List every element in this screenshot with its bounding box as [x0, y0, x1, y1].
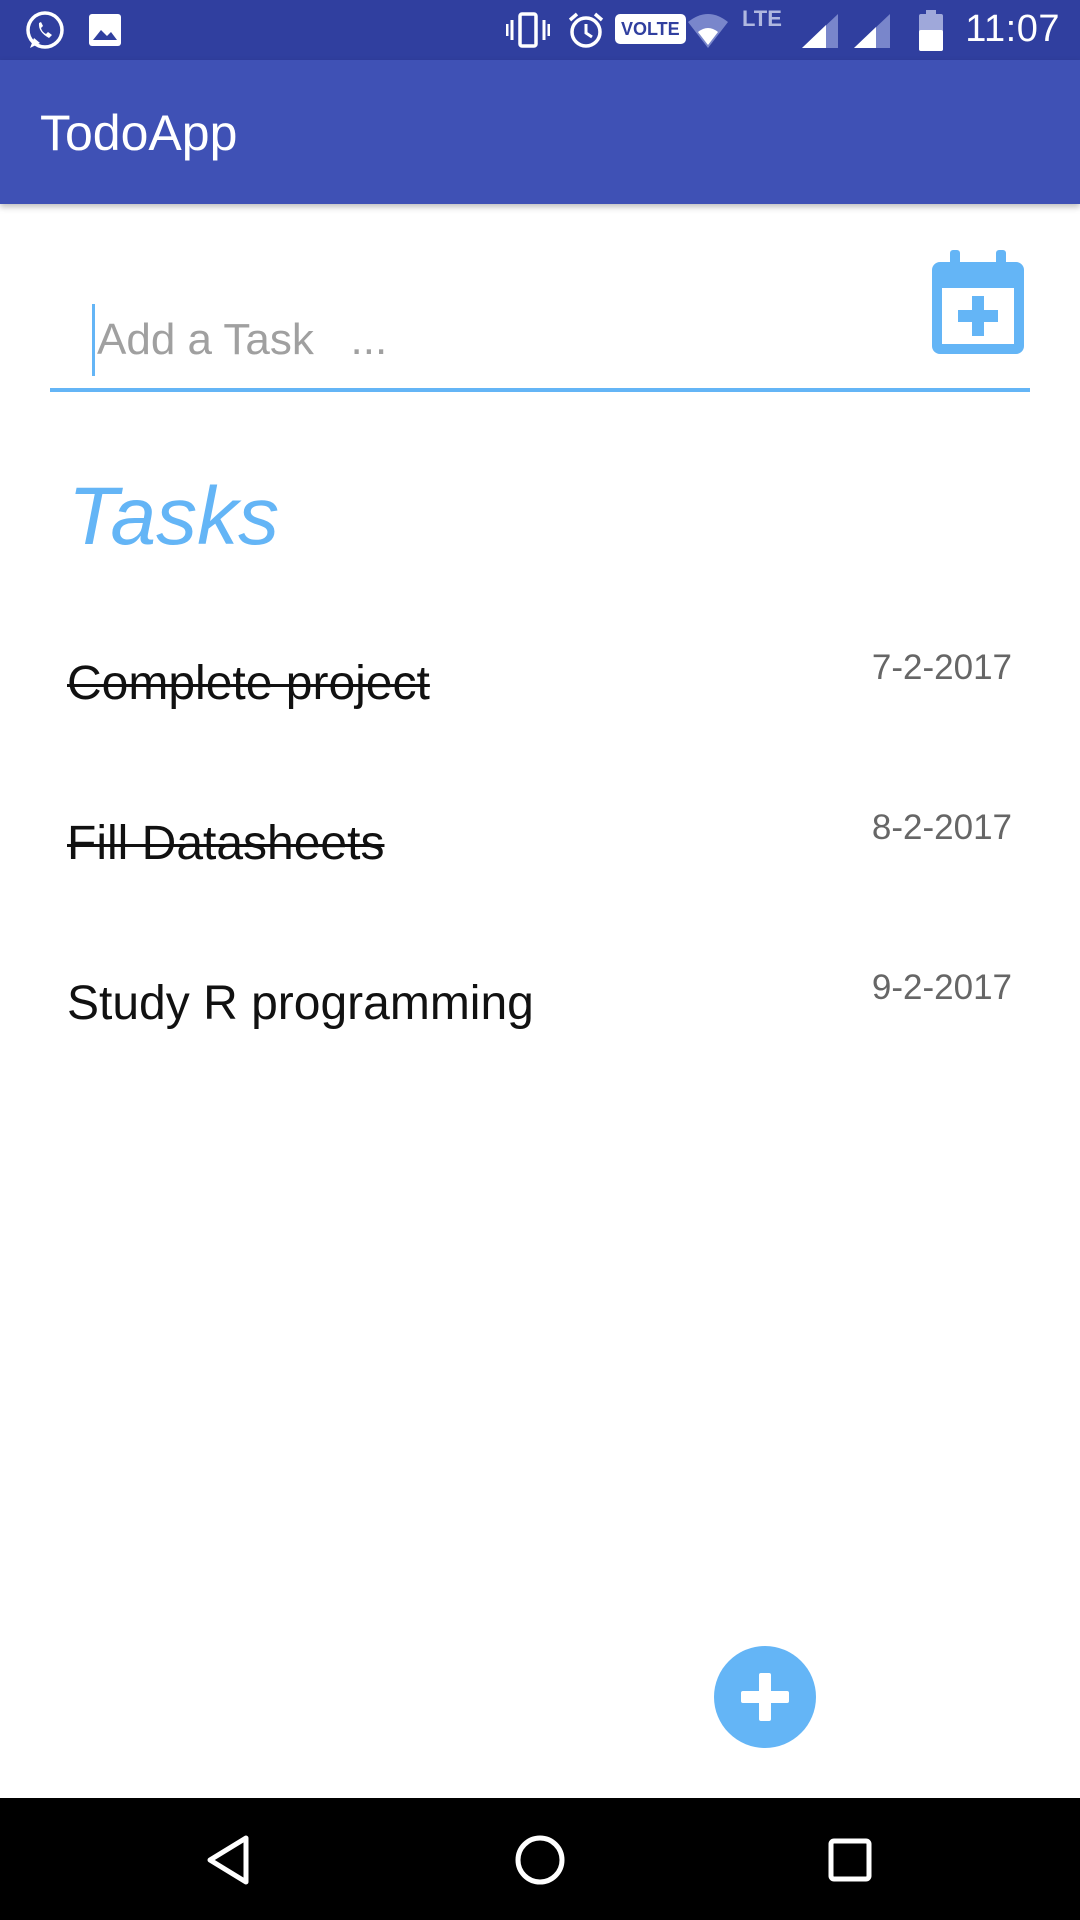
- task-date: 8-2-2017: [871, 808, 1012, 847]
- task-row[interactable]: Study R programming 9-2-2017: [0, 968, 1080, 1096]
- task-date: 7-2-2017: [871, 648, 1012, 687]
- status-bar: VOLTE LTE 11:07: [0, 0, 1080, 60]
- task-date: 9-2-2017: [871, 968, 1012, 1007]
- calendar-plus-icon: [932, 250, 1024, 354]
- recents-button[interactable]: [820, 1830, 880, 1890]
- task-name: Fill Datasheets: [67, 817, 385, 870]
- home-button[interactable]: [510, 1830, 570, 1890]
- add-task-input[interactable]: [92, 304, 892, 376]
- add-task-fab[interactable]: [714, 1646, 816, 1748]
- back-button[interactable]: [200, 1830, 260, 1890]
- tasks-heading: Tasks: [68, 471, 280, 562]
- status-time: 11:07: [965, 8, 1060, 50]
- vibrate-icon: [505, 12, 551, 53]
- battery-icon: [918, 10, 944, 57]
- app-bar: TodoApp: [0, 60, 1080, 204]
- home-icon: [515, 1835, 565, 1885]
- lte-icon: LTE: [742, 6, 782, 31]
- add-date-button[interactable]: [932, 250, 1024, 354]
- task-row[interactable]: Complete project 7-2-2017: [0, 648, 1080, 776]
- recents-icon: [828, 1838, 872, 1882]
- wifi-icon: [686, 12, 730, 55]
- back-icon: [207, 1835, 249, 1885]
- whatsapp-icon: [24, 10, 66, 57]
- volte-icon: VOLTE: [615, 14, 686, 44]
- plus-icon: [741, 1673, 789, 1721]
- task-row[interactable]: Fill Datasheets 8-2-2017: [0, 808, 1080, 936]
- app-title: TodoApp: [40, 105, 238, 161]
- alarm-icon: [566, 10, 606, 55]
- task-name: Study R programming: [67, 977, 534, 1030]
- signal-icon-2: [852, 12, 892, 55]
- signal-icon: [800, 12, 840, 55]
- image-icon: [88, 13, 122, 52]
- add-task-field-container: [50, 244, 1030, 392]
- task-name: Complete project: [67, 657, 430, 710]
- navigation-bar: [0, 1798, 1080, 1920]
